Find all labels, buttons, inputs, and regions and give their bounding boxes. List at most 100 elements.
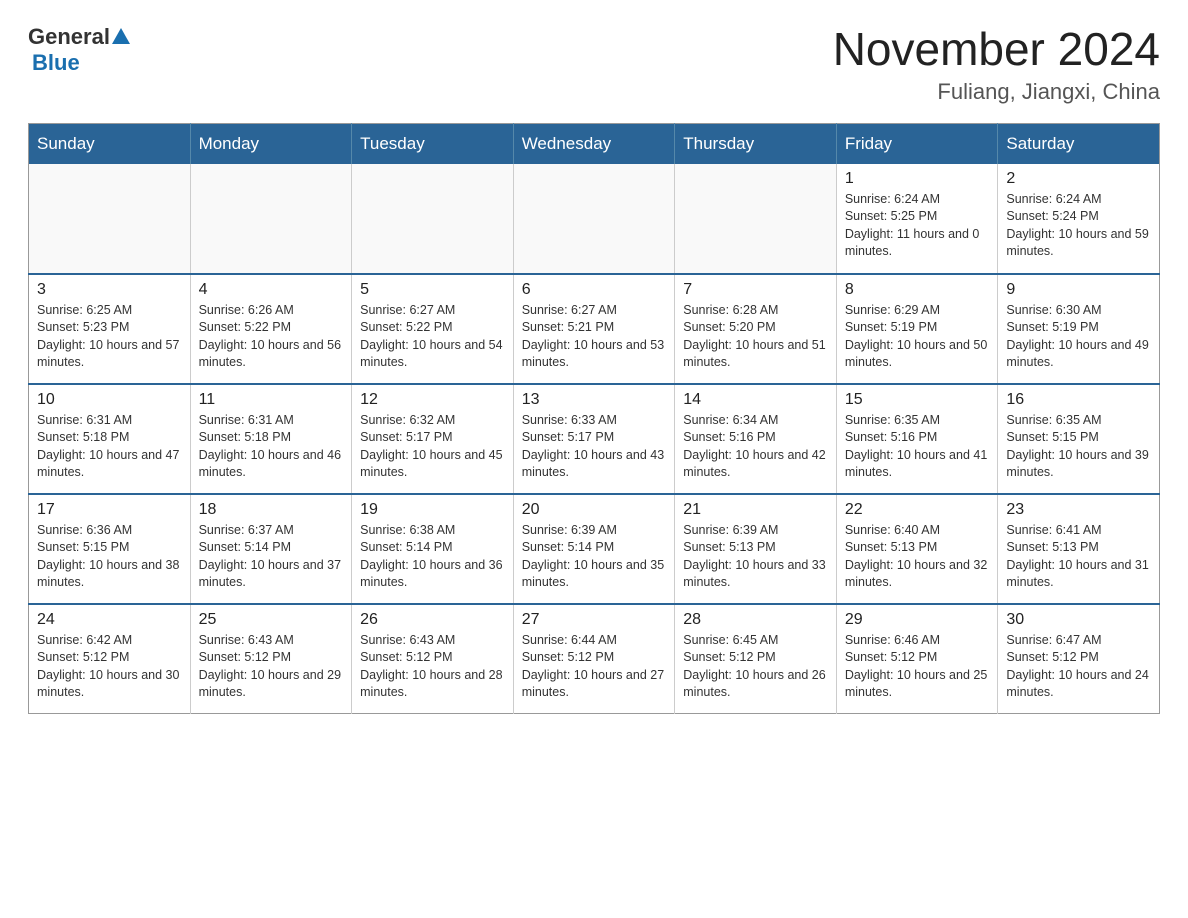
calendar-header-monday: Monday xyxy=(190,123,352,164)
logo-triangle-icon xyxy=(110,26,132,48)
day-number: 27 xyxy=(522,611,667,629)
day-info: Sunrise: 6:38 AMSunset: 5:14 PMDaylight:… xyxy=(360,522,505,592)
calendar-header-row: SundayMondayTuesdayWednesdayThursdayFrid… xyxy=(29,123,1160,164)
logo-blue-text: Blue xyxy=(32,50,80,75)
calendar-cell: 5 Sunrise: 6:27 AMSunset: 5:22 PMDaylight… xyxy=(352,274,514,384)
day-number: 29 xyxy=(845,611,990,629)
day-info: Sunrise: 6:27 AMSunset: 5:22 PMDaylight:… xyxy=(360,302,505,372)
day-number: 3 xyxy=(37,281,182,299)
day-info: Sunrise: 6:27 AMSunset: 5:21 PMDaylight:… xyxy=(522,302,667,372)
calendar-cell: 24 Sunrise: 6:42 AMSunset: 5:12 PMDayligh… xyxy=(29,604,191,714)
calendar-cell: 8 Sunrise: 6:29 AMSunset: 5:19 PMDaylight… xyxy=(836,274,998,384)
day-number: 4 xyxy=(199,281,344,299)
day-number: 1 xyxy=(845,170,990,188)
day-info: Sunrise: 6:29 AMSunset: 5:19 PMDaylight:… xyxy=(845,302,990,372)
calendar-cell: 20 Sunrise: 6:39 AMSunset: 5:14 PMDayligh… xyxy=(513,494,675,604)
day-number: 11 xyxy=(199,391,344,409)
day-number: 18 xyxy=(199,501,344,519)
day-info: Sunrise: 6:37 AMSunset: 5:14 PMDaylight:… xyxy=(199,522,344,592)
month-title: November 2024 xyxy=(833,24,1160,75)
day-info: Sunrise: 6:47 AMSunset: 5:12 PMDaylight:… xyxy=(1006,632,1151,702)
calendar-cell xyxy=(29,164,191,274)
day-number: 17 xyxy=(37,501,182,519)
day-info: Sunrise: 6:43 AMSunset: 5:12 PMDaylight:… xyxy=(360,632,505,702)
calendar-table: SundayMondayTuesdayWednesdayThursdayFrid… xyxy=(28,123,1160,715)
day-number: 26 xyxy=(360,611,505,629)
day-number: 19 xyxy=(360,501,505,519)
calendar-cell: 23 Sunrise: 6:41 AMSunset: 5:13 PMDayligh… xyxy=(998,494,1160,604)
calendar-cell: 28Sunrise: 6:45 AMSunset: 5:12 PMDayligh… xyxy=(675,604,837,714)
logo: General Blue xyxy=(28,24,132,76)
calendar-header-saturday: Saturday xyxy=(998,123,1160,164)
calendar-cell: 17 Sunrise: 6:36 AMSunset: 5:15 PMDayligh… xyxy=(29,494,191,604)
calendar-cell: 1 Sunrise: 6:24 AMSunset: 5:25 PMDaylight… xyxy=(836,164,998,274)
day-info: Sunrise: 6:43 AMSunset: 5:12 PMDaylight:… xyxy=(199,632,344,702)
calendar-week-row: 24 Sunrise: 6:42 AMSunset: 5:12 PMDayligh… xyxy=(29,604,1160,714)
day-info: Sunrise: 6:39 AMSunset: 5:14 PMDaylight:… xyxy=(522,522,667,592)
day-info: Sunrise: 6:25 AMSunset: 5:23 PMDaylight:… xyxy=(37,302,182,372)
day-info: Sunrise: 6:44 AMSunset: 5:12 PMDaylight:… xyxy=(522,632,667,702)
calendar-header-friday: Friday xyxy=(836,123,998,164)
calendar-cell: 2Sunrise: 6:24 AMSunset: 5:24 PMDaylight… xyxy=(998,164,1160,274)
calendar-cell: 18 Sunrise: 6:37 AMSunset: 5:14 PMDayligh… xyxy=(190,494,352,604)
day-number: 28 xyxy=(683,611,828,629)
calendar-cell: 11 Sunrise: 6:31 AMSunset: 5:18 PMDayligh… xyxy=(190,384,352,494)
day-info: Sunrise: 6:26 AMSunset: 5:22 PMDaylight:… xyxy=(199,302,344,372)
calendar-cell: 21Sunrise: 6:39 AMSunset: 5:13 PMDayligh… xyxy=(675,494,837,604)
calendar-cell: 29 Sunrise: 6:46 AMSunset: 5:12 PMDayligh… xyxy=(836,604,998,714)
title-section: November 2024 Fuliang, Jiangxi, China xyxy=(833,24,1160,105)
calendar-cell: 22 Sunrise: 6:40 AMSunset: 5:13 PMDayligh… xyxy=(836,494,998,604)
calendar-cell xyxy=(190,164,352,274)
day-number: 14 xyxy=(683,391,828,409)
calendar-cell xyxy=(513,164,675,274)
day-info: Sunrise: 6:36 AMSunset: 5:15 PMDaylight:… xyxy=(37,522,182,592)
calendar-cell: 15 Sunrise: 6:35 AMSunset: 5:16 PMDayligh… xyxy=(836,384,998,494)
calendar-cell: 4 Sunrise: 6:26 AMSunset: 5:22 PMDaylight… xyxy=(190,274,352,384)
calendar-cell: 6 Sunrise: 6:27 AMSunset: 5:21 PMDaylight… xyxy=(513,274,675,384)
day-number: 15 xyxy=(845,391,990,409)
day-number: 7 xyxy=(683,281,828,299)
page-header: General Blue November 2024 Fuliang, Jian… xyxy=(28,24,1160,105)
calendar-cell xyxy=(352,164,514,274)
calendar-cell: 10Sunrise: 6:31 AMSunset: 5:18 PMDayligh… xyxy=(29,384,191,494)
calendar-week-row: 17 Sunrise: 6:36 AMSunset: 5:15 PMDayligh… xyxy=(29,494,1160,604)
day-number: 9 xyxy=(1006,281,1151,299)
day-info: Sunrise: 6:31 AMSunset: 5:18 PMDaylight:… xyxy=(37,412,182,482)
calendar-cell: 26 Sunrise: 6:43 AMSunset: 5:12 PMDayligh… xyxy=(352,604,514,714)
day-number: 21 xyxy=(683,501,828,519)
calendar-cell: 19 Sunrise: 6:38 AMSunset: 5:14 PMDayligh… xyxy=(352,494,514,604)
day-number: 30 xyxy=(1006,611,1151,629)
logo-general-text: General xyxy=(28,24,110,50)
calendar-cell: 16Sunrise: 6:35 AMSunset: 5:15 PMDayligh… xyxy=(998,384,1160,494)
calendar-cell: 9 Sunrise: 6:30 AMSunset: 5:19 PMDaylight… xyxy=(998,274,1160,384)
day-number: 22 xyxy=(845,501,990,519)
day-info: Sunrise: 6:42 AMSunset: 5:12 PMDaylight:… xyxy=(37,632,182,702)
location-title: Fuliang, Jiangxi, China xyxy=(833,79,1160,105)
day-info: Sunrise: 6:28 AMSunset: 5:20 PMDaylight:… xyxy=(683,302,828,372)
day-info: Sunrise: 6:24 AMSunset: 5:25 PMDaylight:… xyxy=(845,191,990,261)
calendar-cell: 30 Sunrise: 6:47 AMSunset: 5:12 PMDayligh… xyxy=(998,604,1160,714)
calendar-week-row: 10Sunrise: 6:31 AMSunset: 5:18 PMDayligh… xyxy=(29,384,1160,494)
day-number: 16 xyxy=(1006,391,1151,409)
day-number: 5 xyxy=(360,281,505,299)
day-info: Sunrise: 6:30 AMSunset: 5:19 PMDaylight:… xyxy=(1006,302,1151,372)
day-info: Sunrise: 6:40 AMSunset: 5:13 PMDaylight:… xyxy=(845,522,990,592)
calendar-cell: 25Sunrise: 6:43 AMSunset: 5:12 PMDayligh… xyxy=(190,604,352,714)
day-info: Sunrise: 6:35 AMSunset: 5:16 PMDaylight:… xyxy=(845,412,990,482)
day-number: 24 xyxy=(37,611,182,629)
day-number: 6 xyxy=(522,281,667,299)
day-number: 23 xyxy=(1006,501,1151,519)
calendar-cell: 3 Sunrise: 6:25 AMSunset: 5:23 PMDaylight… xyxy=(29,274,191,384)
day-number: 8 xyxy=(845,281,990,299)
day-number: 2 xyxy=(1006,170,1151,188)
day-info: Sunrise: 6:31 AMSunset: 5:18 PMDaylight:… xyxy=(199,412,344,482)
day-info: Sunrise: 6:46 AMSunset: 5:12 PMDaylight:… xyxy=(845,632,990,702)
day-info: Sunrise: 6:41 AMSunset: 5:13 PMDaylight:… xyxy=(1006,522,1151,592)
calendar-cell: 12Sunrise: 6:32 AMSunset: 5:17 PMDayligh… xyxy=(352,384,514,494)
day-number: 13 xyxy=(522,391,667,409)
day-number: 20 xyxy=(522,501,667,519)
calendar-header-wednesday: Wednesday xyxy=(513,123,675,164)
day-info: Sunrise: 6:32 AMSunset: 5:17 PMDaylight:… xyxy=(360,412,505,482)
calendar-cell: 14Sunrise: 6:34 AMSunset: 5:16 PMDayligh… xyxy=(675,384,837,494)
calendar-cell xyxy=(675,164,837,274)
